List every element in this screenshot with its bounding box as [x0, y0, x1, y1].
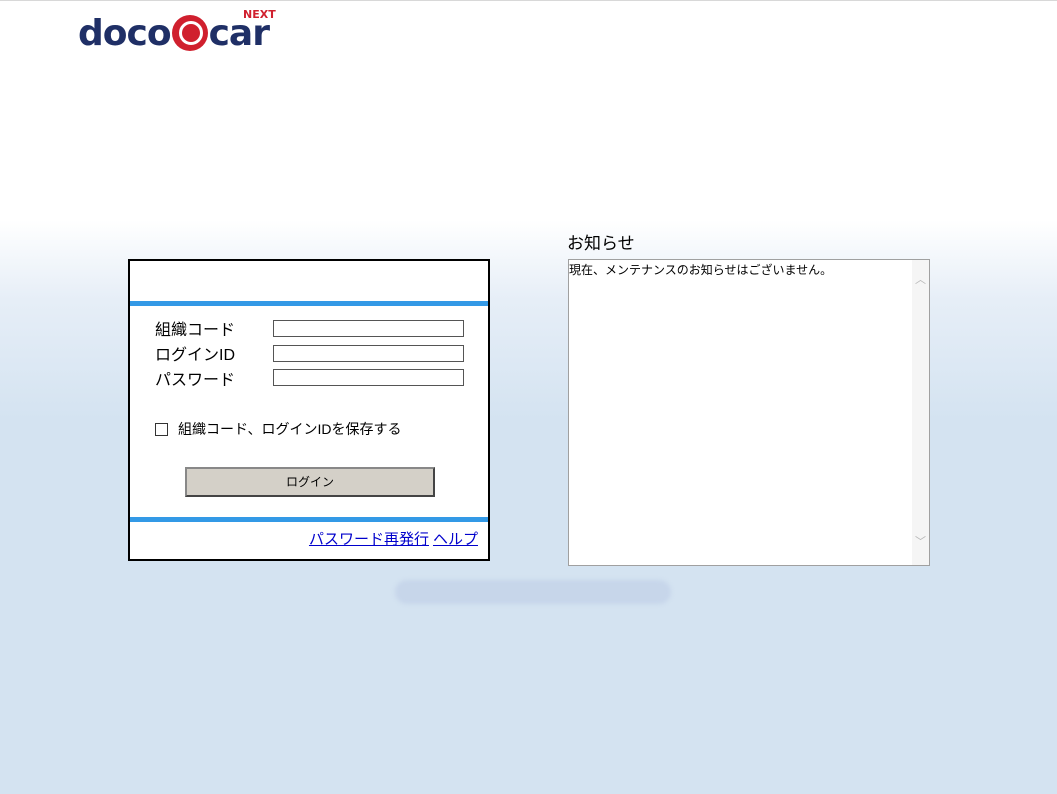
scroll-up-icon[interactable]: ︿	[915, 274, 926, 285]
login-button[interactable]: ログイン	[185, 467, 435, 497]
notice-content: 現在、メンテナンスのお知らせはございません。	[569, 263, 833, 277]
footer-links: パスワード再発行 ヘルプ	[305, 528, 478, 549]
password-input[interactable]	[273, 369, 464, 386]
login-id-input[interactable]	[273, 345, 464, 362]
logo-mark-icon	[171, 15, 208, 51]
save-credentials-label[interactable]: 組織コード、ログインIDを保存する	[178, 419, 401, 439]
logo-badge: NEXT	[243, 8, 276, 21]
org-code-label: 組織コード	[155, 322, 236, 339]
notice-scrollbar[interactable]: ︿ ﹀	[912, 260, 929, 565]
save-credentials-row[interactable]: 組織コード、ログインIDを保存する	[155, 419, 401, 439]
dococar-logo: doco car NEXT	[78, 8, 278, 60]
accent-bar-top	[130, 301, 488, 306]
save-credentials-checkbox[interactable]	[155, 422, 168, 436]
logo-text-left: doco	[78, 13, 172, 54]
accent-bar-bottom	[130, 517, 488, 522]
notice-title: お知らせ	[567, 234, 635, 253]
password-label: パスワード	[155, 372, 236, 389]
scroll-down-icon[interactable]: ﹀	[915, 536, 926, 547]
login-panel: 組織コード ログインID パスワード 組織コード、ログインIDを保存する ログイ…	[128, 259, 490, 561]
blurred-footer-text	[395, 580, 671, 604]
org-code-input[interactable]	[273, 320, 464, 337]
login-id-label: ログインID	[155, 347, 236, 364]
password-reissue-link[interactable]: パスワード再発行	[309, 531, 429, 548]
top-border	[0, 0, 1057, 1]
notice-box[interactable]: 現在、メンテナンスのお知らせはございません。 ︿ ﹀	[568, 259, 930, 566]
help-link[interactable]: ヘルプ	[433, 531, 478, 548]
